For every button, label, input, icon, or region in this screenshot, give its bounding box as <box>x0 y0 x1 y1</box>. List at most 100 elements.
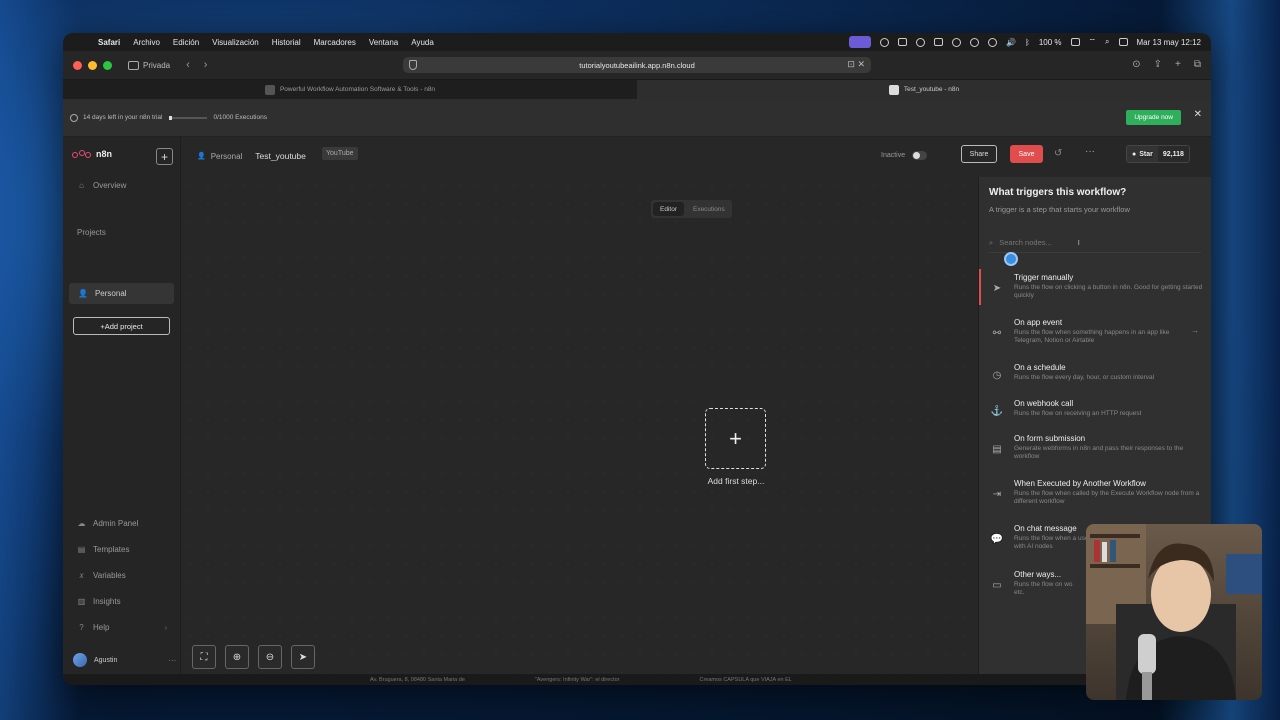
trigger-title: When Executed by Another Workflow <box>1014 479 1146 488</box>
zoom-window-button[interactable] <box>103 60 112 70</box>
sidebar-item-admin-panel[interactable]: ☁ Admin Panel <box>77 519 139 528</box>
download-icon[interactable]: ⊙ <box>1132 59 1140 70</box>
zoom-out-button[interactable]: ⊖ <box>258 645 282 669</box>
tab-title: Test_youtube - n8n <box>903 86 960 93</box>
favicon-icon <box>264 84 275 95</box>
close-banner-icon[interactable]: ✕ <box>1194 109 1202 120</box>
add-first-step-label: Add first step... <box>707 476 765 486</box>
status-icon[interactable] <box>952 37 962 47</box>
sidebar-item-help[interactable]: ? Help › <box>77 623 167 632</box>
add-project-button[interactable]: + Add project <box>73 317 170 335</box>
workflow-tag[interactable]: YouTube <box>322 147 358 160</box>
menu-visualizacion[interactable]: Visualización <box>212 38 259 47</box>
browser-tab[interactable]: Powerful Workflow Automation Software & … <box>63 80 637 99</box>
volume-icon[interactable]: 🔊 <box>1006 38 1016 47</box>
control-center-icon[interactable] <box>1118 38 1128 46</box>
home-icon: ⌂ <box>79 181 84 190</box>
tab-overview-icon[interactable]: ⧉ <box>1194 59 1201 70</box>
moon-icon[interactable] <box>970 37 980 47</box>
save-label: Save <box>1018 150 1035 158</box>
menu-historial[interactable]: Historial <box>272 38 301 47</box>
workflow-canvas[interactable]: + Add first step... ⛶ ⊕ ⊖ ➤ <box>181 177 978 685</box>
menu-marcadores[interactable]: Marcadores <box>314 38 356 47</box>
bluetooth-icon[interactable]: ᛒ <box>1025 38 1030 47</box>
browser-toolbar: Privada ‹› tutorialyoutubeailink.app.n8n… <box>63 51 1211 80</box>
active-toggle[interactable] <box>912 151 928 160</box>
avatar <box>73 653 87 667</box>
sidebar-item-overview[interactable]: ⌂ Overview <box>77 181 126 190</box>
panel-title: What triggers this workflow? <box>989 187 1127 198</box>
close-window-button[interactable] <box>73 60 82 70</box>
address-bar[interactable]: tutorialyoutubeailink.app.n8n.cloud ⊡ ✕ <box>403 57 871 73</box>
sidebar-item-templates[interactable]: ▤ Templates <box>77 545 130 554</box>
sidebar-toggle-icon[interactable] <box>128 60 139 70</box>
menu-edicion[interactable]: Edición <box>173 38 199 47</box>
clock-icon <box>70 113 78 122</box>
tab-editor[interactable]: Editor <box>653 202 684 216</box>
search-nodes-input[interactable]: ⌕ Search nodes... I <box>989 233 1201 253</box>
user-menu[interactable]: Agustin ··· <box>73 653 176 667</box>
wifi-icon[interactable]: ⌔ <box>1089 37 1097 47</box>
tidy-up-button[interactable]: ➤ <box>291 645 315 669</box>
trial-banner: 14 days left in your n8n trial 0/1000 Ex… <box>63 99 1211 137</box>
n8n-app: n8n + ⌂ Overview Projects 👤 Personal + Ad… <box>63 137 1211 685</box>
sidebar-item-variables[interactable]: 𝑥 Variables <box>77 571 126 581</box>
trigger-title: Trigger manually <box>1014 273 1074 282</box>
share-label: Share <box>969 150 989 158</box>
zoom-to-fit-button[interactable]: ⛶ <box>192 645 216 669</box>
upgrade-now-button[interactable]: Upgrade now <box>1126 110 1181 125</box>
workflow-name[interactable]: Test_youtube <box>255 151 306 161</box>
github-star-button[interactable]: ● Star 92,118 <box>1126 145 1190 163</box>
zoom-in-button[interactable]: ⊕ <box>225 645 249 669</box>
chart-icon: ▥ <box>77 597 86 606</box>
sidebar-item-personal[interactable]: 👤 Personal <box>69 283 174 304</box>
menu-safari[interactable]: Safari <box>98 38 120 47</box>
trigger-title: On chat message <box>1014 524 1077 533</box>
status-icon[interactable] <box>880 37 890 47</box>
click-indicator <box>1004 252 1018 266</box>
browser-tab-active[interactable]: Test_youtube - n8n <box>637 80 1211 99</box>
active-toggle-group: Inactive <box>881 151 928 160</box>
history-icon[interactable]: ↺ <box>1054 148 1062 159</box>
menu-ayuda[interactable]: Ayuda <box>411 38 434 47</box>
add-first-step-button[interactable]: + <box>705 408 766 469</box>
reader-close-icon[interactable]: ⊡ ✕ <box>847 59 865 70</box>
cursor-icon: ➤ <box>992 282 1002 294</box>
share-icon[interactable]: ⇪ <box>1154 59 1162 70</box>
breadcrumb-owner[interactable]: Personal <box>211 152 243 161</box>
n8n-logo[interactable]: n8n <box>72 149 112 159</box>
menu-archivo[interactable]: Archivo <box>133 38 160 47</box>
menubar-clock[interactable]: Mar 13 may 12:12 <box>1137 38 1201 47</box>
privacy-shield-icon[interactable] <box>409 60 417 70</box>
breadcrumb: 👤 Personal Test_youtube <box>197 151 306 161</box>
status-icon[interactable] <box>934 38 944 46</box>
back-forward-icon[interactable]: ‹› <box>186 59 221 71</box>
trigger-desc: Runs the flow when something happens in … <box>1014 329 1170 344</box>
folder-icon: ▭ <box>992 579 1002 591</box>
spotlight-icon[interactable]: ⌕ <box>1105 37 1109 47</box>
screen-record-icon[interactable] <box>849 36 872 48</box>
sidebar-item-insights[interactable]: ▥ Insights <box>77 597 121 606</box>
new-tab-icon[interactable]: + <box>1175 59 1181 70</box>
url-text: tutorialyoutubeailink.app.n8n.cloud <box>579 60 695 70</box>
background-strip: Av. Bruguera, 8, 08480 Santa Maria de "A… <box>63 674 1211 685</box>
sidebar-item-label: Variables <box>93 571 126 580</box>
tools-icon[interactable] <box>916 37 926 47</box>
workflow-header: 👤 Personal Test_youtube YouTube Inactive… <box>181 137 1190 177</box>
tab-executions[interactable]: Executions <box>686 200 732 218</box>
more-options-icon[interactable]: ··· <box>1085 146 1095 157</box>
save-button[interactable]: Save <box>1010 145 1043 163</box>
trigger-desc: Runs the flow when a use with AI nodes <box>1014 535 1089 550</box>
more-options-icon[interactable]: ··· <box>168 656 176 665</box>
chevron-right-icon: → <box>1191 326 1199 335</box>
status-icon[interactable] <box>898 38 908 46</box>
sidebar-item-label: Overview <box>93 181 127 190</box>
play-icon[interactable] <box>988 37 998 47</box>
share-button[interactable]: Share <box>961 145 997 163</box>
text-cursor-icon: I <box>1077 238 1080 247</box>
create-new-button[interactable]: + <box>156 148 173 165</box>
menu-ventana[interactable]: Ventana <box>369 38 398 47</box>
sidebar: n8n + ⌂ Overview Projects 👤 Personal + Ad… <box>63 137 184 685</box>
minimize-window-button[interactable] <box>88 60 97 70</box>
mode-tabs: Editor Executions <box>651 200 732 218</box>
